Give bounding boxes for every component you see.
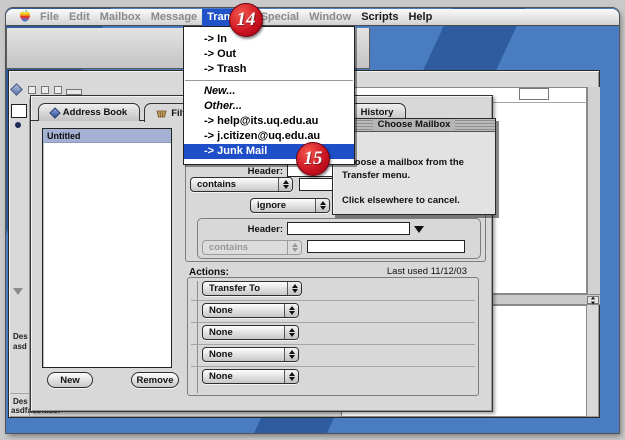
transfer-menu: -> In -> Out -> Trash New... Other... ->… <box>183 26 355 165</box>
actions-gutter-line <box>197 281 198 393</box>
menu-edit[interactable]: Edit <box>64 9 95 26</box>
popup-stepper-icon <box>287 282 301 295</box>
popup-stepper-icon <box>287 241 301 254</box>
combo-dropdown-icon[interactable] <box>414 226 424 233</box>
tab-address-book[interactable]: Address Book <box>38 103 140 121</box>
popup-stepper-icon <box>278 178 292 191</box>
tab-label: Address Book <box>63 107 127 118</box>
menu-item-help-mailbox[interactable]: -> help@its.uq.edu.au <box>184 114 354 129</box>
menu-separator <box>185 80 353 81</box>
vertical-scrollbar[interactable] <box>587 87 600 294</box>
column-diamond-icon <box>10 83 23 96</box>
menu-window[interactable]: Window <box>304 9 356 26</box>
popup-stepper-icon <box>284 326 298 339</box>
annotation-badge-14: 14 <box>229 3 263 37</box>
row-divider <box>191 322 475 323</box>
action-popup-5[interactable]: None <box>202 369 299 384</box>
header-label: Header: <box>200 166 283 177</box>
column-header-icon <box>41 86 49 94</box>
fragment-text: asd <box>13 342 27 351</box>
popup-stepper-icon <box>315 199 329 212</box>
menu-file[interactable]: File <box>35 9 64 26</box>
dialog-cancel-hint: Click elsewhere to cancel. <box>342 194 486 207</box>
sort-down-icon[interactable] <box>13 288 23 295</box>
menu-item-trash[interactable]: -> Trash <box>184 62 354 77</box>
choose-mailbox-dialog: Choose Mailbox Choose a mailbox from the… <box>332 118 496 215</box>
remove-filter-button[interactable]: Remove <box>131 372 179 388</box>
filter-list[interactable]: Untitled <box>42 128 172 368</box>
operator-popup-1[interactable]: contains <box>190 177 293 192</box>
menu-item-new[interactable]: New... <box>184 84 354 99</box>
action-popup-4[interactable]: None <box>202 347 299 362</box>
fragment-text: Des <box>13 332 28 341</box>
action-popup-2[interactable]: None <box>202 303 299 318</box>
menu-bar: File Edit Mailbox Message Transfer Speci… <box>6 9 619 26</box>
row-divider <box>191 300 475 301</box>
action-popup-3[interactable]: None <box>202 325 299 340</box>
popup-stepper-icon <box>284 370 298 383</box>
header-combo-2[interactable] <box>287 222 410 235</box>
menu-message[interactable]: Message <box>146 9 202 26</box>
action-popup-1[interactable]: Transfer To <box>202 281 302 296</box>
row-divider <box>191 366 475 367</box>
conjunction-popup[interactable]: ignore <box>250 198 330 213</box>
apple-menu-icon[interactable] <box>19 9 31 26</box>
new-filter-button[interactable]: New <box>47 372 93 388</box>
address-book-icon <box>49 107 60 118</box>
list-header-cell <box>519 88 549 100</box>
last-used-text: Last used 11/12/03 <box>360 266 467 277</box>
tab-label: History <box>361 107 394 118</box>
menu-item-in[interactable]: -> In <box>184 32 354 47</box>
match-value-2[interactable] <box>307 240 465 253</box>
popup-stepper-icon <box>284 348 298 361</box>
row-divider <box>191 344 475 345</box>
splitter-stepper[interactable] <box>587 296 599 304</box>
column-header-icon <box>54 86 62 94</box>
popup-stepper-icon <box>284 304 298 317</box>
annotation-badge-15: 15 <box>296 142 330 176</box>
menu-mailbox[interactable]: Mailbox <box>95 9 146 26</box>
gutter-cell <box>11 104 27 118</box>
header-label-2: Header: <box>205 224 283 235</box>
menu-item-other[interactable]: Other... <box>184 99 354 114</box>
dialog-title: Choose Mailbox <box>373 119 456 131</box>
menu-help[interactable]: Help <box>403 9 437 26</box>
menu-item-out[interactable]: -> Out <box>184 47 354 62</box>
operator-popup-2[interactable]: contains <box>202 240 302 255</box>
menu-scripts[interactable]: Scripts <box>356 9 403 26</box>
dialog-message: Choose a mailbox from the Transfer menu. <box>342 156 486 182</box>
fragment-text: Des <box>13 397 28 406</box>
filters-basket-icon <box>156 109 167 118</box>
menu-item-jcitizen-mailbox[interactable]: -> j.citizen@uq.edu.au <box>184 129 354 144</box>
dialog-title-bar[interactable]: Choose Mailbox <box>333 119 495 132</box>
status-bullet-icon <box>15 122 21 128</box>
filter-list-item-selected[interactable]: Untitled <box>43 129 171 143</box>
column-header-icon <box>28 86 36 94</box>
